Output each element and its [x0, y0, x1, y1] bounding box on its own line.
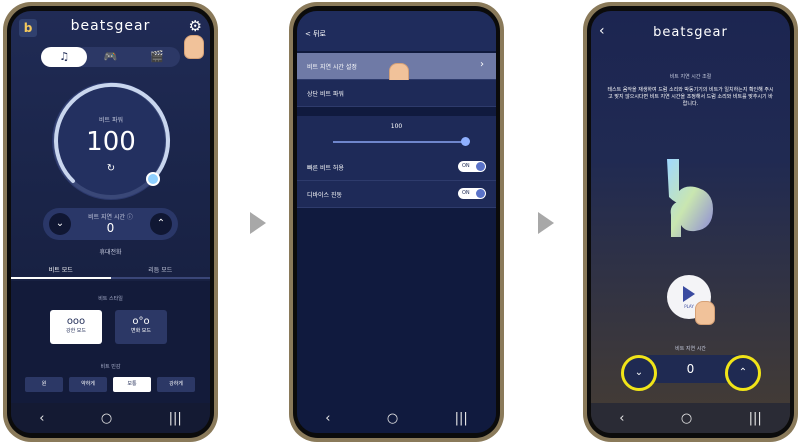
style-change-card[interactable]: o°o 변화 모드: [115, 310, 167, 344]
style-strong-label: 강한 모드: [66, 328, 86, 334]
menu-top-beat-power-label: 상단 비트 파워: [307, 91, 344, 98]
step-arrow-icon: [538, 212, 554, 234]
play-icon: [683, 286, 695, 302]
device-vibration-toggle[interactable]: ON: [458, 188, 486, 199]
menu-device-vibration: 디바이스 진동 ON: [297, 181, 496, 208]
nav-back-button[interactable]: ‹: [619, 411, 624, 426]
call-status: 휴대전화: [99, 249, 122, 256]
menu-fast-beat: 빠른 비트 허용 ON: [297, 154, 496, 181]
system-nav-bar: ‹ ○ |||: [591, 403, 790, 433]
latency-description: 테스트 음악을 재생하여 드럼 소리와 박동기기의 비트가 일치하는지 확인해 …: [607, 87, 774, 107]
beat-mode-tabs: 비트 모드 리듬 모드: [11, 263, 210, 279]
menu-latency-setting[interactable]: 비트 지연 시간 설정 ›: [297, 53, 496, 87]
latency-down-button[interactable]: ⌄: [621, 355, 657, 391]
style-strong-icon: ooo: [66, 316, 86, 327]
settings-gear-icon[interactable]: ⚙: [189, 17, 202, 35]
latency-up-button[interactable]: ⌃: [725, 355, 761, 391]
app-brand-title: beatsgear: [653, 25, 728, 40]
nav-back-button[interactable]: ‹: [325, 411, 330, 426]
menu-latency-label: 비트 지연 시간 설정: [307, 64, 357, 71]
phone-latency-screen: ‹ beatsgear 비트 지연 시간 조절 테스트 음악을 재생하여 드럼 …: [583, 2, 798, 442]
nav-home-button[interactable]: ○: [387, 411, 398, 426]
step-arrow-icon: [250, 212, 266, 234]
beat-settings-panel: 비트 스타일 ooo 강한 모드 o°o 변화 모드 비트 민감 원 약하게 보…: [11, 281, 210, 403]
phone-main-screen: b beatsgear ⚙ ♫ 🎮 🎬 비트 파워 100 ↻ ⌄ 비트 지연 …: [3, 2, 218, 442]
nav-back-button[interactable]: ‹: [39, 411, 44, 426]
fast-beat-toggle[interactable]: ON: [458, 161, 486, 172]
tap-hand-icon: [695, 301, 715, 325]
sensitivity-section-label: 비트 민감: [100, 364, 121, 370]
nav-recents-button[interactable]: |||: [749, 411, 762, 426]
style-strong-card[interactable]: ooo 강한 모드: [50, 310, 102, 344]
sensitivity-strong-button[interactable]: 강하게: [157, 377, 195, 392]
system-nav-bar: ‹ ○ |||: [11, 403, 210, 433]
latency-up-button[interactable]: ⌃: [150, 213, 172, 235]
style-change-icon: o°o: [132, 316, 150, 327]
sensitivity-weak-button[interactable]: 약하게: [69, 377, 107, 392]
slider-value: 100: [390, 123, 403, 130]
menu-device-vibration-label: 디바이스 진동: [307, 192, 343, 199]
chevron-right-icon: ›: [480, 59, 484, 70]
nav-home-button[interactable]: ○: [681, 411, 692, 426]
nav-recents-button[interactable]: |||: [169, 411, 182, 426]
system-nav-bar: ‹ ○ |||: [297, 403, 496, 433]
latency-control: ⌄ 비트 지연 시간 ⓘ 0 ⌃: [43, 208, 178, 240]
main-screen: b beatsgear ⚙ ♫ 🎮 🎬 비트 파워 100 ↻ ⌄ 비트 지연 …: [11, 11, 210, 433]
settings-screen: < 뒤로 비트 지연 시간 설정 › 상단 비트 파워 100 빠른 비트 허용…: [297, 11, 496, 433]
beatsgear-logo: [667, 159, 713, 237]
back-button[interactable]: < 뒤로: [305, 29, 326, 39]
latency-page-title: 비트 지연 시간 조절: [669, 74, 712, 80]
settings-header: < 뒤로: [297, 11, 496, 51]
reset-icon[interactable]: ↻: [55, 163, 167, 174]
style-section-label: 비트 스타일: [98, 296, 123, 302]
sensitivity-original-button[interactable]: 원: [25, 377, 63, 392]
tab-movie[interactable]: 🎬: [134, 47, 180, 67]
app-brand-title: beatsgear: [70, 18, 151, 34]
tab-game[interactable]: 🎮: [87, 47, 133, 67]
menu-top-beat-power[interactable]: 상단 비트 파워: [297, 80, 496, 107]
style-change-label: 변화 모드: [131, 328, 151, 334]
tab-music[interactable]: ♫: [41, 47, 88, 67]
info-icon[interactable]: ⓘ: [127, 214, 133, 221]
latency-screen: ‹ beatsgear 비트 지연 시간 조절 테스트 음악을 재생하여 드럼 …: [591, 11, 790, 433]
mode-tab-bar: ♫ 🎮 🎬: [41, 47, 180, 67]
nav-home-button[interactable]: ○: [101, 411, 112, 426]
dial-value: 100: [86, 127, 136, 157]
slider-track[interactable]: [333, 141, 466, 143]
tab-rhythm-mode[interactable]: 리듬 모드: [110, 263, 210, 279]
play-button[interactable]: PLAY: [667, 275, 715, 325]
tab-beat-mode[interactable]: 비트 모드: [11, 263, 111, 279]
phone-settings-screen: < 뒤로 비트 지연 시간 설정 › 상단 비트 파워 100 빠른 비트 허용…: [289, 2, 504, 442]
dial-label: 비트 파워: [99, 117, 123, 124]
slider-knob[interactable]: [461, 137, 470, 146]
sensitivity-normal-button[interactable]: 보통: [113, 377, 151, 392]
menu-fast-beat-label: 빠른 비트 허용: [307, 165, 344, 172]
latency-label: 비트 지연 시간: [675, 346, 706, 352]
beat-power-dial[interactable]: 비트 파워 100 ↻: [53, 82, 171, 199]
app-header: b beatsgear ⚙: [11, 11, 210, 59]
nav-recents-button[interactable]: |||: [455, 411, 468, 426]
tap-hand-icon: [184, 35, 204, 59]
